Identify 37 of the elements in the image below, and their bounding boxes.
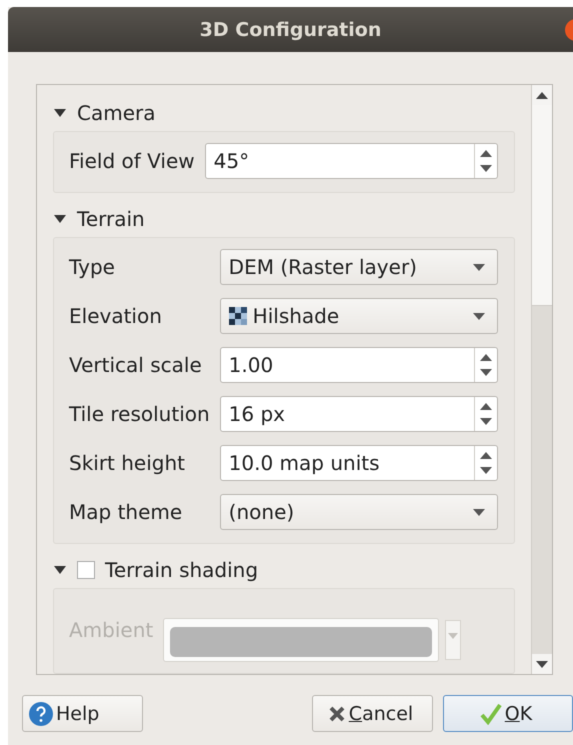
help-button[interactable]: Help bbox=[22, 695, 143, 732]
dropdown-arrow-icon bbox=[473, 508, 485, 516]
checkbox[interactable] bbox=[77, 561, 95, 579]
close-icon bbox=[328, 704, 346, 722]
dropdown-arrow-icon bbox=[473, 264, 485, 270]
expand-arrow-icon[interactable] bbox=[53, 565, 67, 575]
scroll-up-icon[interactable] bbox=[536, 92, 548, 98]
section-title: Terrain shading bbox=[105, 558, 258, 582]
spin-box[interactable]: 16 px bbox=[220, 396, 498, 432]
field-label: Vertical scale bbox=[69, 353, 203, 377]
cancel-button[interactable]: Cancel bbox=[312, 695, 433, 732]
raster-layer-icon bbox=[228, 307, 247, 325]
checkmark-icon bbox=[480, 702, 502, 724]
color-button[interactable] bbox=[163, 618, 440, 662]
spin-box[interactable]: 1.00 bbox=[220, 347, 498, 383]
dropdown-arrow-icon bbox=[448, 633, 458, 639]
window-title: 3D Configuration bbox=[200, 18, 382, 40]
section-title: Camera bbox=[77, 101, 156, 125]
help-icon bbox=[29, 702, 53, 726]
dropdown-arrow-icon bbox=[473, 312, 485, 320]
section-title: Terrain bbox=[77, 207, 145, 231]
scroll-down-icon[interactable] bbox=[536, 660, 548, 668]
expand-arrow-icon[interactable] bbox=[53, 108, 67, 118]
field-label: Map theme bbox=[69, 500, 184, 524]
field-label: Field of View bbox=[69, 149, 195, 173]
dropdown[interactable]: (none) bbox=[220, 494, 498, 530]
dropdown[interactable]: DEM (Raster layer) bbox=[220, 249, 498, 285]
spin-box[interactable]: 10.0 map units bbox=[220, 445, 498, 481]
field-label: Tile resolution bbox=[69, 402, 210, 426]
field-label: Elevation bbox=[69, 304, 163, 328]
field-label: Skirt height bbox=[69, 451, 186, 475]
scrollbar[interactable] bbox=[531, 85, 552, 674]
dropdown[interactable]: Hilshade bbox=[220, 298, 498, 334]
spin-box[interactable]: 45° bbox=[204, 143, 498, 179]
expand-arrow-icon[interactable] bbox=[53, 214, 67, 224]
field-label: Type bbox=[69, 255, 116, 279]
ok-button[interactable]: OK bbox=[443, 695, 573, 732]
